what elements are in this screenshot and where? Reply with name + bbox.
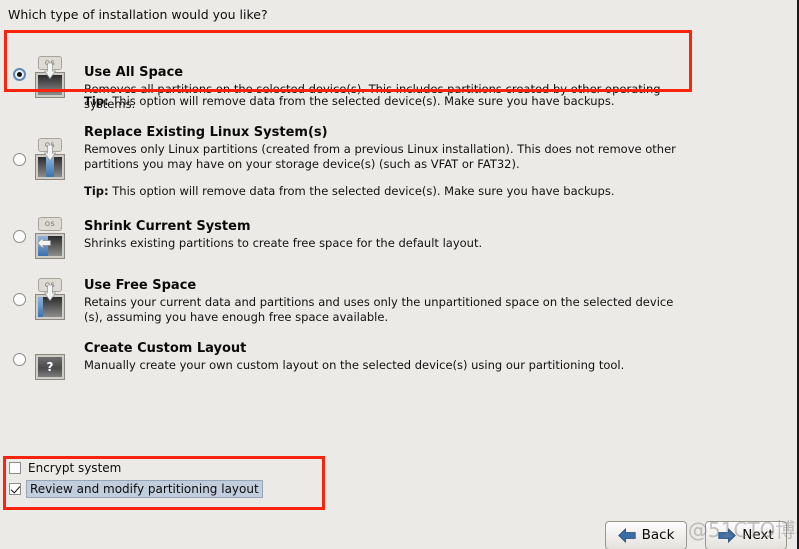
option-description-shrink-current-system: Shrinks existing partitions to create fr… [84,236,483,250]
next-button-label: Next [742,527,774,543]
tip-label: Tip: [84,94,109,108]
option-tip-use-all-space: Tip: This option will remove data from t… [84,94,615,109]
tip-text: This option will remove data from the se… [112,94,615,108]
down-arrow-glyph [44,63,56,80]
option-description-create-custom-layout: Manually create your own custom layout o… [84,358,625,372]
checkbox-review-partitioning[interactable] [9,483,21,495]
option-tip-replace-existing-linux: Tip: This option will remove data from t… [84,184,615,199]
disk-os-down-arrow-icon: OS [33,138,67,180]
option-title-create-custom-layout: Create Custom Layout [84,341,247,356]
option-title-use-free-space: Use Free Space [84,278,197,293]
disk-os-down-arrow-icon: OS [33,278,67,320]
arrow-right-icon [718,528,737,543]
disk-used-fill [38,297,44,317]
down-arrow-glyph [44,145,56,162]
page-title: Which type of installation would you lik… [8,7,268,22]
radio-use-all-space[interactable] [13,68,26,81]
checkbox-row-encrypt-system[interactable]: Encrypt system [0,461,320,479]
radio-create-custom-layout[interactable] [13,353,26,366]
checkbox-label-review-partitioning[interactable]: Review and modify partitioning layout [26,480,263,498]
question-mark-disk-icon: ? [35,354,65,380]
option-row-use-free-space[interactable]: OS Use Free Space Retains your current d… [0,278,797,330]
tip-label: Tip: [84,184,109,198]
option-row-create-custom-layout[interactable]: ? Create Custom Layout Manually create y… [0,340,797,380]
radio-use-free-space[interactable] [13,293,26,306]
option-description-replace-existing-linux: Removes only Linux partitions (created f… [84,142,676,171]
radio-replace-existing-linux[interactable] [13,153,26,166]
disk-os-down-arrow-icon: OS [33,56,67,98]
down-arrow-glyph [44,285,56,302]
back-button[interactable]: Back [605,521,687,549]
option-title-use-all-space: Use All Space [84,65,184,80]
radio-shrink-current-system[interactable] [13,230,26,243]
back-button-label: Back [641,527,675,543]
tip-text: This option will remove data from the se… [112,184,615,198]
left-arrow-glyph [37,237,51,249]
option-description-use-free-space: Retains your current data and partitions… [84,295,674,324]
question-mark-glyph: ? [38,357,62,377]
option-row-replace-existing-linux[interactable]: OS Replace Existing Linux System(s) Remo… [0,120,797,180]
disk-os-tab-label: OS [38,217,62,231]
option-title-replace-existing-linux: Replace Existing Linux System(s) [84,125,328,140]
option-row-use-all-space[interactable]: OS Use All Space Removes all partitions … [0,30,797,111]
checkbox-encrypt-system[interactable] [9,462,21,474]
option-title-shrink-current-system: Shrink Current System [84,219,251,234]
installation-type-screen: Which type of installation would you lik… [0,0,799,549]
checkbox-label-encrypt-system: Encrypt system [28,461,122,475]
checkbox-row-review-partitioning[interactable]: Review and modify partitioning layout [0,480,320,501]
option-row-shrink-current-system[interactable]: OS Shrink Current System Shrinks existin… [0,217,797,264]
arrow-left-icon [617,528,636,543]
next-button[interactable]: Next [705,521,787,549]
disk-os-left-arrow-icon: OS [33,217,67,259]
